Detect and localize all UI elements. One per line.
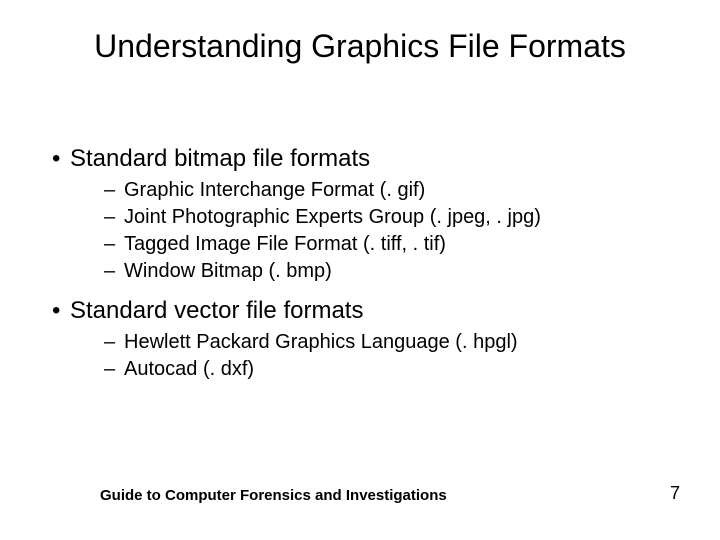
bullet-level2: Autocad (. dxf)	[104, 358, 680, 381]
slide: Understanding Graphics File Formats Stan…	[0, 0, 720, 540]
bullet-level1: Standard bitmap file formats	[52, 145, 680, 173]
bullet-level2: Graphic Interchange Format (. gif)	[104, 179, 680, 202]
sub-list: Graphic Interchange Format (. gif) Joint…	[52, 179, 680, 283]
bullet-level2: Joint Photographic Experts Group (. jpeg…	[104, 206, 680, 229]
bullet-level2: Window Bitmap (. bmp)	[104, 260, 680, 283]
sub-list: Hewlett Packard Graphics Language (. hpg…	[52, 331, 680, 381]
slide-body: Standard bitmap file formats Graphic Int…	[52, 145, 680, 395]
page-number: 7	[670, 483, 680, 504]
bullet-level1: Standard vector file formats	[52, 297, 680, 325]
footer-text: Guide to Computer Forensics and Investig…	[100, 487, 447, 504]
slide-title: Understanding Graphics File Formats	[0, 28, 720, 65]
bullet-level2: Hewlett Packard Graphics Language (. hpg…	[104, 331, 680, 354]
bullet-level2: Tagged Image File Format (. tiff, . tif)	[104, 233, 680, 256]
